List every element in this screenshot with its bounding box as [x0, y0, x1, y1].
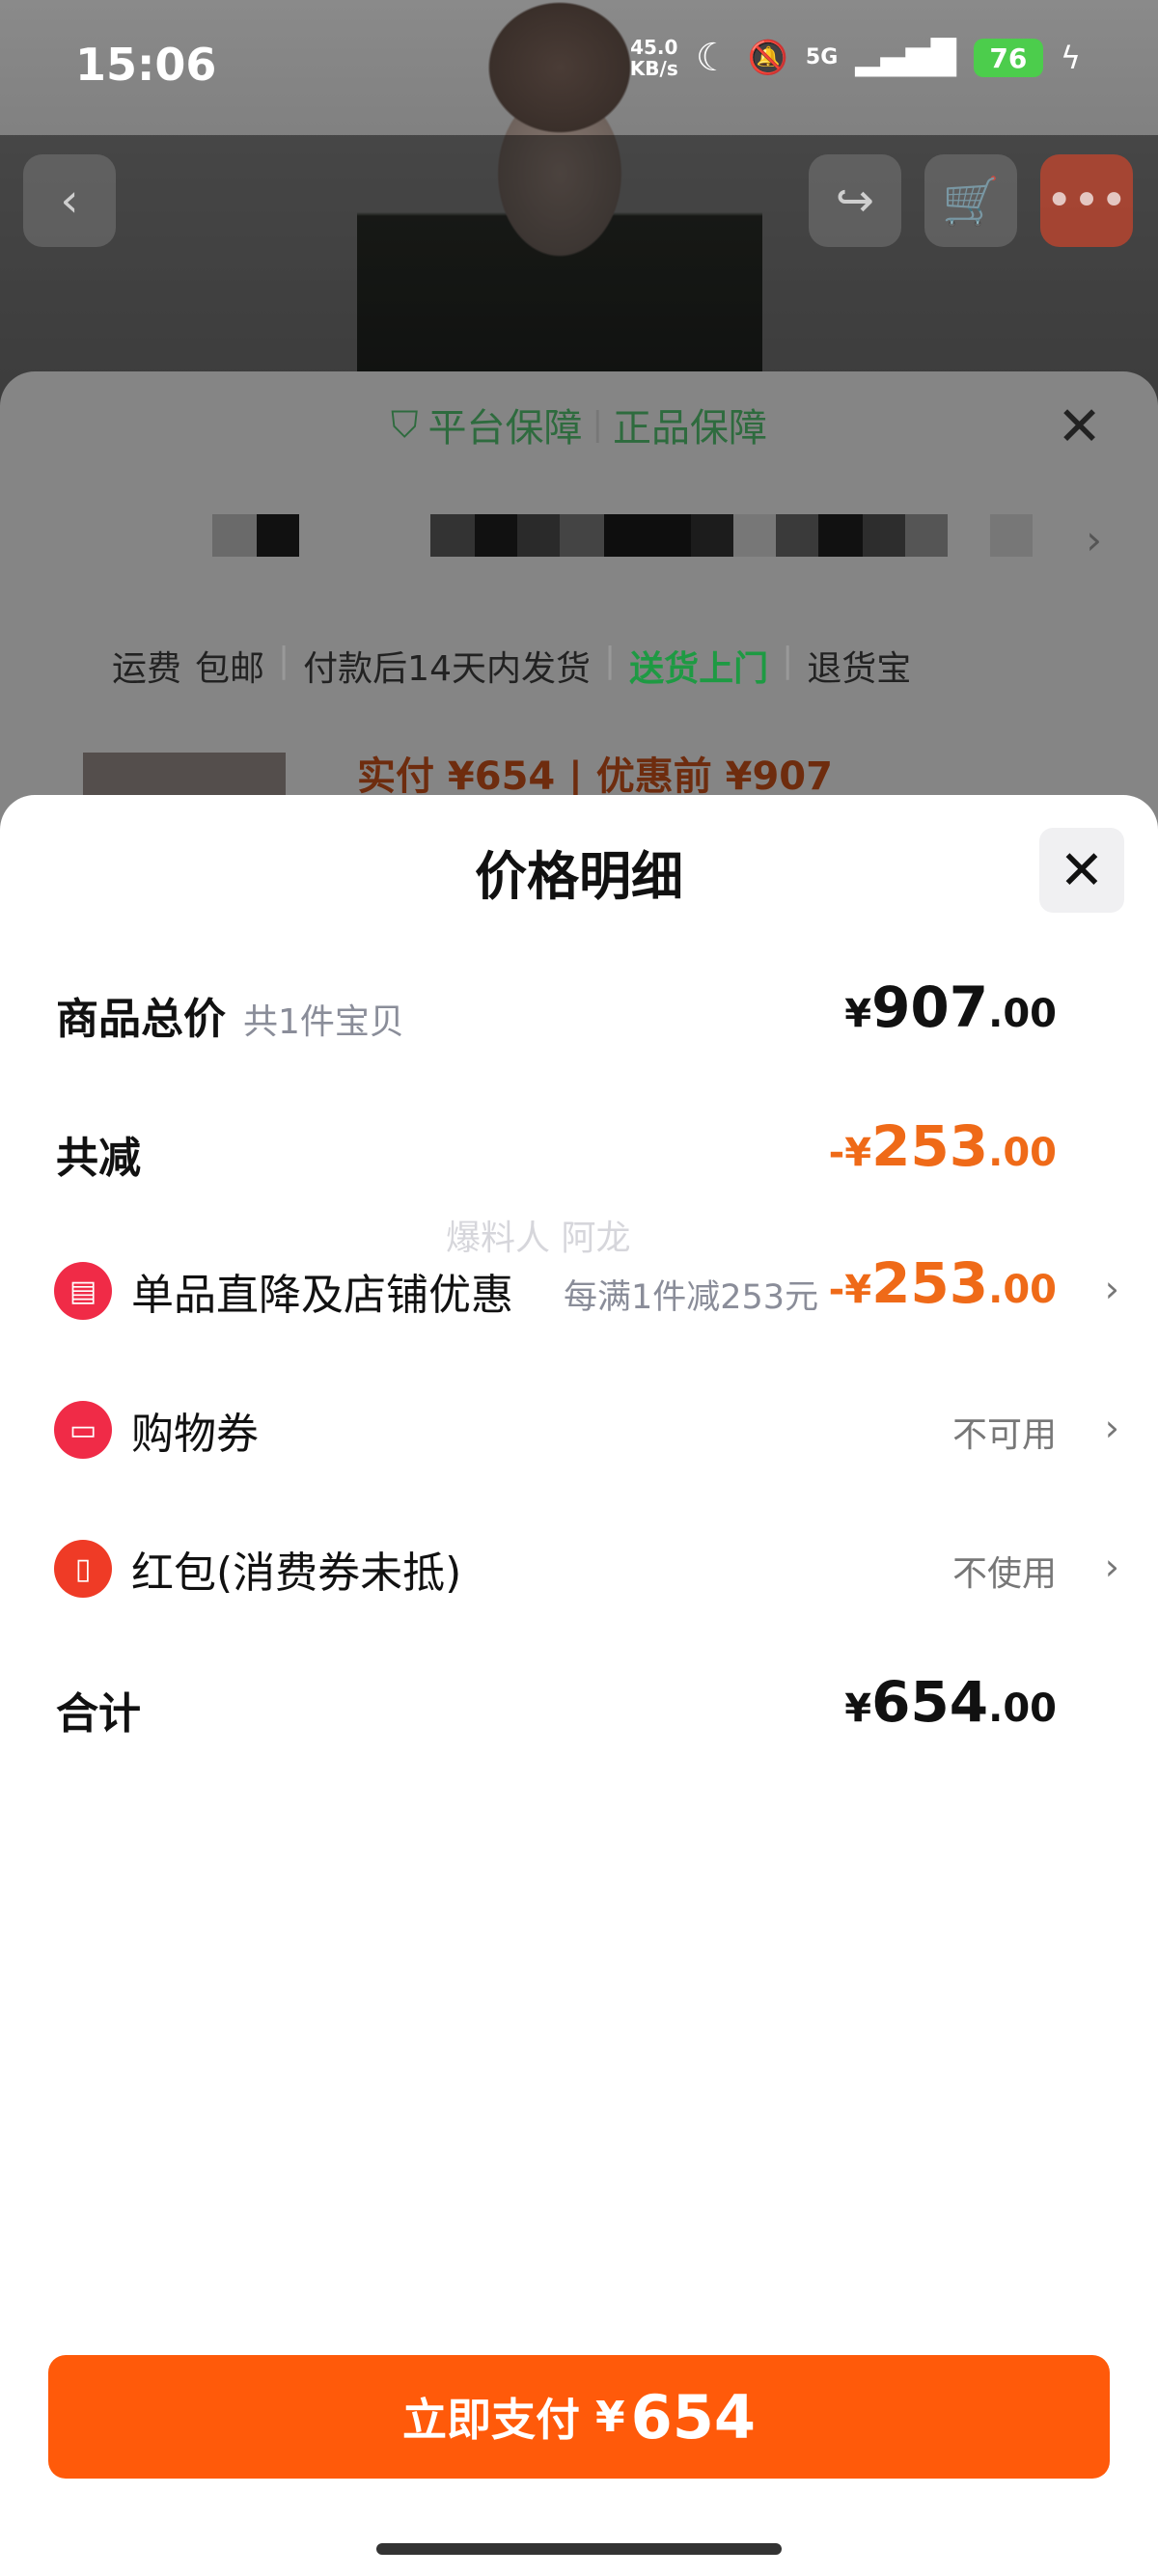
chevron-right-icon[interactable]: ›: [1086, 516, 1102, 563]
pixelated-address: [212, 514, 1033, 557]
watermark: 爆料人 阿龙: [446, 1219, 631, 1258]
sum-label: 合计: [56, 1689, 141, 1739]
divider: |: [603, 641, 617, 680]
price-detail-sheet: 价格明细 ✕ 商品总价 共1件宝贝 ¥907.00 共减 -¥ 253.00 ▤ 单…: [0, 795, 1158, 2576]
return-service: 退货宝: [807, 649, 912, 689]
red-packet-icon: ▯: [54, 1540, 112, 1598]
divider: |: [592, 405, 603, 444]
row-total-price: 商品总价 共1件宝贝 ¥907.00: [0, 965, 1158, 1061]
coupon-status: 不可用: [951, 1415, 1057, 1455]
sum-value: ¥654.00: [844, 1669, 1057, 1735]
close-button[interactable]: ✕: [1039, 828, 1124, 913]
store-icon: ▤: [54, 1262, 112, 1320]
sheet-title: 价格明细: [475, 846, 683, 907]
shipping-fee-label: 运费: [112, 649, 182, 689]
row-coupon[interactable]: ▭ 购物券 不可用 ›: [0, 1380, 1158, 1476]
shipping-fee-value: 包邮: [195, 649, 265, 689]
share-icon: ↪: [835, 174, 875, 228]
net-speed: 45.0 KB/s: [629, 36, 678, 80]
store-discount-value: -¥ 253.00: [828, 1250, 1057, 1316]
moon-icon: ☾: [695, 36, 731, 80]
guarantee-authentic: 正品保障: [612, 406, 767, 451]
home-delivery: 送货上门: [629, 649, 769, 689]
battery-indicator: 76: [973, 39, 1043, 77]
close-icon[interactable]: ✕: [1057, 396, 1102, 458]
message-icon: •••: [1045, 174, 1128, 228]
signal-icon: ▂▄▆█: [855, 39, 956, 77]
back-button[interactable]: ‹: [23, 154, 116, 247]
guarantee-banner: ⛉ 平台保障 | 正品保障: [0, 391, 1158, 458]
mute-icon: 🔕: [747, 39, 788, 77]
chevron-right-icon: ›: [1104, 1546, 1119, 1588]
pay-now-button[interactable]: 立即支付 ¥ 654: [48, 2355, 1110, 2479]
shield-icon: ⛉: [391, 402, 419, 446]
red-packet-label: 红包(消费券未抵): [131, 1548, 462, 1598]
discount-rule: 每满1件减253元: [564, 1278, 819, 1317]
message-button[interactable]: •••: [1040, 154, 1133, 247]
item-count: 共1件宝贝: [243, 1002, 404, 1042]
cart-icon: 🛒: [942, 174, 1000, 229]
charging-icon: ϟ: [1060, 40, 1081, 76]
divider: |: [782, 641, 794, 680]
reduction-value: -¥ 253.00: [828, 1113, 1057, 1179]
row-sum: 合计 ¥654.00: [0, 1659, 1158, 1756]
reduction-label: 共减: [56, 1134, 141, 1183]
chevron-left-icon: ‹: [60, 174, 79, 228]
row-red-packet[interactable]: ▯ 红包(消费券未抵) 不使用 ›: [0, 1519, 1158, 1615]
coupon-label: 购物券: [131, 1410, 259, 1459]
pay-currency: ¥: [594, 2392, 625, 2442]
cart-button[interactable]: 🛒: [924, 154, 1017, 247]
top-nav: ‹ ↪ 🛒 •••: [0, 154, 1158, 251]
guarantee-platform: 平台保障: [427, 406, 583, 451]
chevron-right-icon: ›: [1104, 1268, 1119, 1310]
total-price-label: 商品总价: [56, 995, 226, 1044]
pay-amount: 654: [630, 2381, 757, 2453]
red-packet-status: 不使用: [951, 1554, 1057, 1594]
divider: |: [278, 641, 290, 680]
share-button[interactable]: ↪: [809, 154, 901, 247]
total-price-value: ¥907.00: [844, 974, 1057, 1040]
ticket-icon: ▭: [54, 1401, 112, 1459]
store-discount-label: 单品直降及店铺优惠: [131, 1271, 513, 1320]
home-indicator[interactable]: [376, 2543, 782, 2555]
pay-label: 立即支付: [401, 2394, 580, 2446]
shipping-info: 运费 包邮 | 付款后14天内发货 | 送货上门 | 退货宝: [112, 641, 911, 691]
status-bar: 15:06 45.0 KB/s ☾ 🔕 5G ▂▄▆█ 76 ϟ: [0, 0, 1158, 135]
close-icon: ✕: [1059, 838, 1105, 902]
chevron-right-icon: ›: [1104, 1407, 1119, 1449]
row-total-reduction: 共减 -¥ 253.00: [0, 1104, 1158, 1200]
network-type: 5G: [805, 45, 839, 69]
ship-time: 付款后14天内发货: [303, 649, 591, 689]
status-icons: 45.0 KB/s ☾ 🔕 5G ▂▄▆█ 76 ϟ: [630, 37, 1081, 79]
status-time: 15:06: [75, 39, 217, 91]
